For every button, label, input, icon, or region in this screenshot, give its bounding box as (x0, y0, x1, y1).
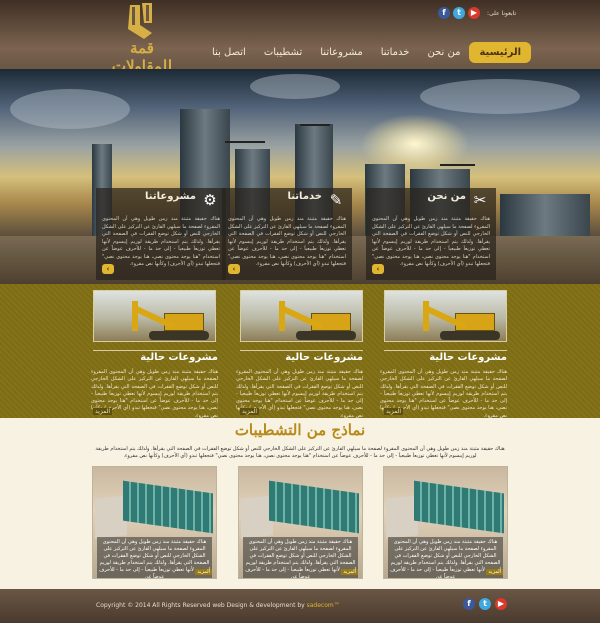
read-more-link[interactable]: المزيد (93, 408, 113, 415)
finish-card[interactable]: هناك حقيقة مثبتة منذ زمن طويل وهي أن الم… (383, 466, 508, 579)
read-more-link[interactable]: المزيد (384, 408, 404, 415)
card-arrow-button[interactable]: › (228, 264, 240, 274)
copyright-text: Copyright © 2014 All Rights Reserved web… (96, 602, 340, 609)
social-links-top: f t ▶ تابعونا على: (438, 7, 516, 19)
social-links-footer: f t ▶ (463, 598, 507, 610)
hero-card-services: ✎ خدماتنا هناك حقيقة مثبتة منذ زمن طويل … (222, 188, 352, 280)
project-title: مشروعات حالية (429, 352, 507, 363)
excavator-image[interactable] (384, 290, 507, 342)
card-arrow-button[interactable]: › (102, 264, 114, 274)
twitter-icon[interactable]: t (453, 7, 465, 19)
twitter-icon[interactable]: t (479, 598, 491, 610)
nav-contact[interactable]: اتصل بنا (203, 43, 255, 62)
section-title: نماذج من التشطيبات (234, 421, 366, 439)
read-more-link[interactable]: المزيد (195, 569, 212, 575)
read-more-link[interactable]: المزيد (341, 569, 358, 575)
section-description: هناك حقيقة مثبتة منذ زمن طويل وهي أن الم… (95, 446, 505, 459)
facebook-icon[interactable]: f (438, 7, 450, 19)
excavator-image[interactable] (93, 290, 216, 342)
project-title: مشروعات حالية (140, 352, 218, 363)
nav-finishes[interactable]: تشطيبات (255, 43, 311, 62)
gears-icon: ⚙ (203, 191, 217, 209)
project-title: مشروعات حالية (285, 352, 363, 363)
building-image (123, 480, 213, 534)
building-image (269, 480, 359, 534)
read-more-link[interactable]: المزيد (240, 408, 260, 415)
building-image (414, 480, 504, 534)
logo-mark-icon (128, 3, 152, 39)
nav-home[interactable]: الرئيسية (469, 42, 531, 63)
excavator-image[interactable] (240, 290, 363, 342)
site-logo[interactable]: قمة للمقاولات (100, 3, 184, 75)
hero-card-projects: ⚙ مشروعاتنا هناك حقيقة مثبتة منذ زمن طوي… (96, 188, 226, 280)
follow-label: تابعونا على: (487, 9, 517, 17)
main-nav: الرئيسية من نحن خدماتنا مشروعاتنا تشطيبا… (203, 42, 531, 63)
tools-icon: ✂ (473, 191, 487, 209)
hero-card-about: ✂ من نحن هناك حقيقة مثبتة منذ زمن طويل و… (366, 188, 496, 280)
facebook-icon[interactable]: f (463, 598, 475, 610)
nav-about[interactable]: من نحن (418, 43, 469, 62)
brush-icon: ✎ (329, 191, 343, 209)
divider (93, 350, 216, 351)
finish-card[interactable]: هناك حقيقة مثبتة منذ زمن طويل وهي أن الم… (238, 466, 363, 579)
youtube-icon[interactable]: ▶ (468, 7, 480, 19)
divider (384, 350, 507, 351)
youtube-icon[interactable]: ▶ (495, 598, 507, 610)
developer-link[interactable]: sadecom™ (307, 602, 340, 609)
card-arrow-button[interactable]: › (372, 264, 384, 274)
nav-projects[interactable]: مشروعاتنا (311, 43, 372, 62)
read-more-link[interactable]: المزيد (486, 569, 503, 575)
divider (240, 350, 363, 351)
nav-services[interactable]: خدماتنا (372, 43, 419, 62)
finish-card[interactable]: هناك حقيقة مثبتة منذ زمن طويل وهي أن الم… (92, 466, 217, 579)
